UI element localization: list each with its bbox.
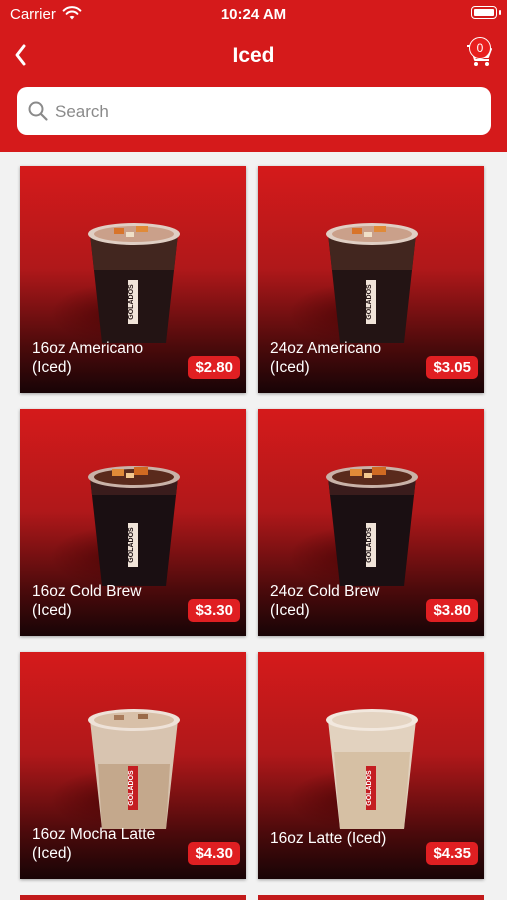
product-name: 24oz Americano (Iced) bbox=[270, 340, 382, 376]
search-bar[interactable] bbox=[17, 87, 491, 137]
product-name: 16oz Mocha Latte (Iced) bbox=[32, 826, 156, 862]
product-name: 24oz Cold Brew (Iced) bbox=[270, 583, 380, 619]
price-badge: $3.80 bbox=[426, 599, 478, 622]
product-grid: GOLADOS 16oz Americano (Iced) $2.80 GOLA… bbox=[0, 152, 507, 900]
search-input[interactable] bbox=[53, 87, 477, 137]
product-card[interactable]: GOLADOS 16oz Latte (Iced) $4.35 bbox=[258, 652, 484, 879]
battery-tip bbox=[499, 10, 501, 15]
page-title: Iced bbox=[232, 44, 275, 67]
svg-text:GOLADOS: GOLADOS bbox=[366, 527, 373, 563]
price-badge: $4.30 bbox=[188, 842, 240, 865]
product-card[interactable]: GOLADOS 24oz Cold Brew (Iced) $3.80 bbox=[258, 409, 484, 636]
clock: 10:24 AM bbox=[220, 6, 287, 23]
search-icon bbox=[28, 101, 48, 121]
iced-americano-image: GOLADOS bbox=[88, 223, 180, 343]
product-card[interactable]: GOLADOS 24oz Americano (Iced) $3.05 bbox=[258, 166, 484, 393]
nav-bar: Iced 0 bbox=[0, 34, 507, 78]
product-card[interactable]: GOLADOS 16oz Mocha Latte (Iced) $4.30 bbox=[20, 652, 246, 879]
svg-text:GOLADOS: GOLADOS bbox=[128, 770, 135, 806]
iced-cold-brew-image: GOLADOS bbox=[326, 466, 418, 586]
product-name: 16oz Latte (Iced) bbox=[270, 830, 387, 847]
product-name: 16oz Cold Brew (Iced) bbox=[32, 583, 142, 619]
status-bar: Carrier 10:24 AM bbox=[0, 0, 507, 30]
header: Carrier 10:24 AM Iced 0 bbox=[0, 0, 507, 152]
price-badge: $3.05 bbox=[426, 356, 478, 379]
iced-mocha-latte-image: GOLADOS bbox=[88, 709, 180, 829]
battery-icon bbox=[471, 6, 497, 19]
price-badge: $3.30 bbox=[188, 599, 240, 622]
svg-text:GOLADOS: GOLADOS bbox=[128, 284, 135, 320]
product-card-peek[interactable] bbox=[258, 895, 484, 900]
price-badge: $2.80 bbox=[188, 356, 240, 379]
svg-text:GOLADOS: GOLADOS bbox=[366, 284, 373, 320]
product-card-peek[interactable] bbox=[20, 895, 246, 900]
iced-latte-image: GOLADOS bbox=[326, 709, 418, 829]
svg-text:GOLADOS: GOLADOS bbox=[128, 527, 135, 563]
cart-button[interactable]: 0 bbox=[465, 37, 497, 70]
cart-count-badge: 0 bbox=[469, 37, 491, 59]
product-name: 16oz Americano (Iced) bbox=[32, 340, 144, 376]
iced-americano-image: GOLADOS bbox=[326, 223, 418, 343]
price-badge: $4.35 bbox=[426, 842, 478, 865]
product-card[interactable]: GOLADOS 16oz Cold Brew (Iced) $3.30 bbox=[20, 409, 246, 636]
svg-text:GOLADOS: GOLADOS bbox=[366, 770, 373, 806]
product-card[interactable]: GOLADOS 16oz Americano (Iced) $2.80 bbox=[20, 166, 246, 393]
iced-cold-brew-image: GOLADOS bbox=[88, 466, 180, 586]
